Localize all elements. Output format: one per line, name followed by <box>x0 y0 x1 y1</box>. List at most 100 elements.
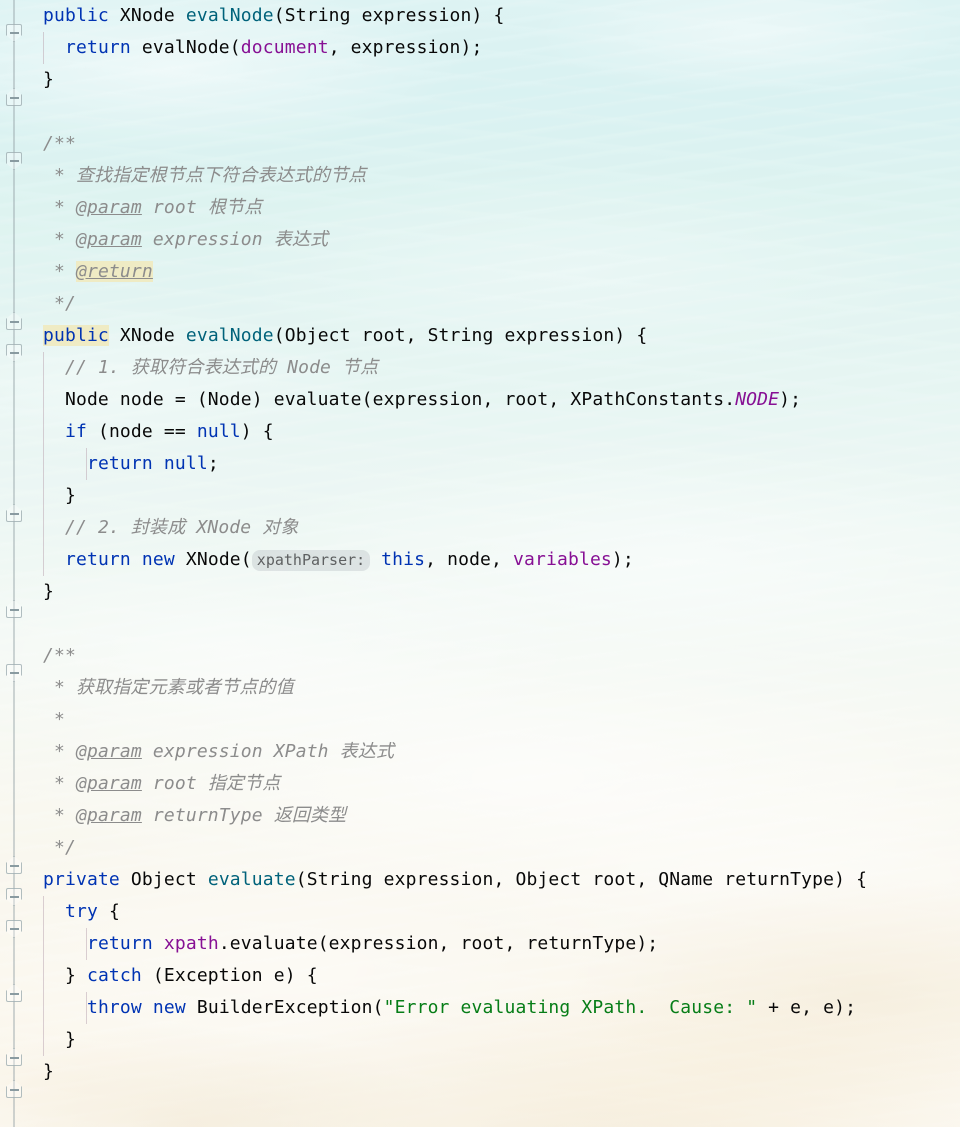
token-kw: return <box>64 549 131 570</box>
token-kw: this <box>381 549 426 570</box>
code-line[interactable]: * 获取指定元素或者节点的值 <box>0 672 960 704</box>
token-kw: if <box>64 421 87 442</box>
token-cmt: * <box>43 773 76 794</box>
token-tag: @param <box>75 197 142 218</box>
indent-guide <box>86 928 87 960</box>
token-kw: return <box>86 453 153 474</box>
code-line[interactable]: throw new BuilderException("Error evalua… <box>0 992 960 1024</box>
code-line[interactable]: Node node = (Node) evaluate(expression, … <box>0 384 960 416</box>
indent-guide <box>43 384 44 416</box>
code-line[interactable]: } <box>0 1056 960 1088</box>
code-line[interactable]: return null; <box>0 448 960 480</box>
code-line[interactable]: * @return <box>0 256 960 288</box>
token-kw: public <box>43 325 109 346</box>
token-cmt: returnType <box>141 805 274 826</box>
code-line[interactable]: public XNode evalNode(String expression)… <box>0 0 960 32</box>
token-inlay: xpathParser: <box>251 550 371 571</box>
indent-guide <box>43 544 44 576</box>
code-line[interactable]: * @param expression XPath 表达式 <box>0 736 960 768</box>
code-line[interactable]: * @param expression 表达式 <box>0 224 960 256</box>
code-line[interactable]: private Object evaluate(String expressio… <box>0 864 960 896</box>
token-cmt: Node <box>276 357 343 378</box>
token-cmt: 获取指定元素或者节点的值 <box>75 677 294 698</box>
token-cmt: * <box>43 677 76 698</box>
token-plain: ; <box>207 453 219 474</box>
token-plain: .evaluate(expression, root, returnType); <box>218 933 659 954</box>
token-plain: (String expression) { <box>273 5 505 26</box>
token-plain: XNode <box>108 325 186 346</box>
token-tag: @param <box>75 741 142 762</box>
code-line[interactable] <box>0 96 960 128</box>
token-plain: , node, <box>425 549 514 570</box>
token-cmt: * <box>43 709 65 730</box>
token-plain: XNode <box>108 5 186 26</box>
code-line[interactable]: // 2. 封装成 XNode 对象 <box>0 512 960 544</box>
code-line[interactable]: */ <box>0 288 960 320</box>
token-kw: throw <box>86 997 142 1018</box>
code-line[interactable]: */ <box>0 832 960 864</box>
code-line[interactable]: * @param returnType 返回类型 <box>0 800 960 832</box>
token-cmt: * <box>43 165 76 186</box>
token-tag: @param <box>75 773 142 794</box>
token-cmt: 节点 <box>342 357 379 378</box>
indent-guide <box>43 960 44 992</box>
token-plain: } <box>43 1029 76 1050</box>
code-line[interactable]: return xpath.evaluate(expression, root, … <box>0 928 960 960</box>
code-line[interactable]: } catch (Exception e) { <box>0 960 960 992</box>
indent-guide <box>86 992 87 1024</box>
code-line[interactable]: /** <box>0 640 960 672</box>
token-cmt: root <box>141 197 208 218</box>
token-cmt: /** <box>43 133 76 154</box>
code-text-area[interactable]: public XNode evalNode (String expression)… <box>0 0 960 1088</box>
token-plain: evalNode( <box>130 37 241 58</box>
token-kw: null <box>196 421 241 442</box>
token-cmt: 对象 <box>262 517 299 538</box>
code-line[interactable]: try { <box>0 896 960 928</box>
code-line[interactable]: * @param root 根节点 <box>0 192 960 224</box>
code-line[interactable]: public XNode evalNode(Object root, Strin… <box>0 320 960 352</box>
token-kw: public <box>43 5 109 26</box>
token-sfield: NODE <box>735 389 780 410</box>
code-line[interactable]: * 查找指定根节点下符合表达式的节点 <box>0 160 960 192</box>
token-plain: Object <box>119 869 208 890</box>
token-cmt: * <box>43 805 76 826</box>
token-kw: return <box>86 933 153 954</box>
token-kw: return <box>64 37 131 58</box>
token-field: document <box>240 37 329 58</box>
code-line[interactable] <box>0 608 960 640</box>
code-editor[interactable]: public XNode evalNode (String expression)… <box>0 0 960 1127</box>
code-line[interactable]: /** <box>0 128 960 160</box>
code-line[interactable]: return new XNode(xpathParser: this, node… <box>0 544 960 576</box>
code-line[interactable]: * @param root 指定节点 <box>0 768 960 800</box>
token-cmt: 根节点 <box>207 197 263 218</box>
token-plain: Node node = (Node) evaluate(expression, … <box>43 389 736 410</box>
code-line[interactable]: // 1. 获取符合表达式的 Node 节点 <box>0 352 960 384</box>
token-kw: private <box>43 869 120 890</box>
token-plain: (String expression, Object root, QName r… <box>295 869 868 890</box>
code-line[interactable]: } <box>0 576 960 608</box>
code-line[interactable]: } <box>0 480 960 512</box>
token-plain: BuilderException( <box>185 997 384 1018</box>
code-line[interactable]: } <box>0 64 960 96</box>
token-field: variables <box>513 549 612 570</box>
token-meth: evalNode <box>185 325 274 346</box>
token-cmt: XNode <box>185 517 263 538</box>
token-plain: } <box>43 1061 54 1082</box>
token-plain: } <box>43 965 87 986</box>
code-line[interactable]: return evalNode(document, expression); <box>0 32 960 64</box>
code-line[interactable]: } <box>0 1024 960 1056</box>
code-line[interactable]: if (node == null) { <box>0 416 960 448</box>
minus-icon <box>9 1089 19 1091</box>
code-line[interactable]: * <box>0 704 960 736</box>
token-cmt: * <box>43 229 76 250</box>
token-plain: } <box>43 485 76 506</box>
